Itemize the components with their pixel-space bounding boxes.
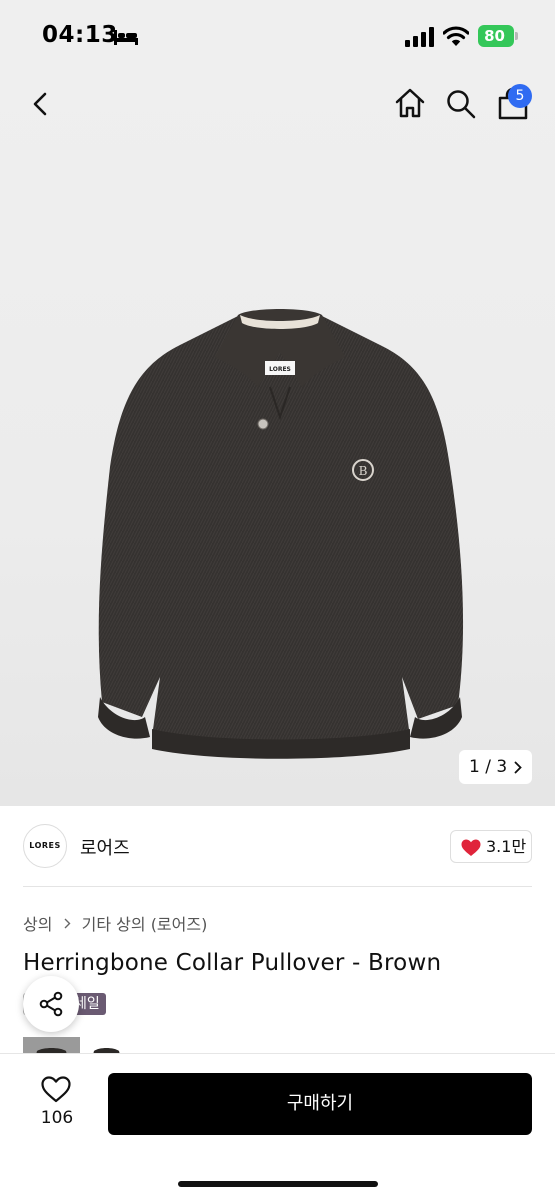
chevron-right-icon xyxy=(514,761,522,774)
status-bar: 04:13 80 xyxy=(0,0,555,72)
image-counter-text: 1 / 3 xyxy=(469,757,508,777)
breadcrumb-item-subcategory[interactable]: 기타 상의 (로어즈) xyxy=(82,915,208,934)
garment-label: LORES xyxy=(269,366,291,373)
share-icon xyxy=(39,991,63,1017)
share-button[interactable] xyxy=(23,976,79,1032)
brand-logo[interactable]: LORES xyxy=(23,824,67,868)
breadcrumb: 상의 기타 상의 (로어즈) xyxy=(23,911,207,935)
image-counter[interactable]: 1 / 3 xyxy=(459,750,532,784)
search-button[interactable] xyxy=(445,88,477,120)
battery-level: 80 xyxy=(484,27,505,45)
product-photo: LORES B xyxy=(98,309,464,759)
heart-outline-icon xyxy=(41,1076,71,1103)
breadcrumb-item-category[interactable]: 상의 xyxy=(23,915,52,934)
home-button[interactable] xyxy=(393,86,427,120)
bottom-action-bar: 106 구매하기 xyxy=(0,1053,555,1200)
heart-filled-icon xyxy=(461,839,481,856)
wishlist-count: 106 xyxy=(40,1108,74,1128)
back-button[interactable] xyxy=(26,88,56,120)
brand-like-button[interactable]: 3.1만 xyxy=(450,830,532,863)
divider xyxy=(23,886,532,887)
cart-count-badge: 5 xyxy=(508,84,532,108)
wifi-icon xyxy=(443,26,469,46)
buy-button[interactable]: 구매하기 xyxy=(108,1073,532,1135)
product-title: Herringbone Collar Pullover - Brown xyxy=(23,950,442,976)
battery-icon: 80 xyxy=(478,25,518,47)
brand-like-count: 3.1만 xyxy=(486,837,527,856)
chevron-right-icon xyxy=(64,918,71,928)
home-indicator xyxy=(178,1181,378,1187)
wishlist-button[interactable]: 106 xyxy=(22,1072,92,1136)
bed-icon xyxy=(114,30,138,45)
status-time: 04:13 xyxy=(42,22,118,48)
product-image-gallery[interactable]: LORES B xyxy=(0,72,555,806)
emblem-letter: B xyxy=(359,464,368,478)
brand-name[interactable]: 로어즈 xyxy=(80,834,130,860)
brand-row[interactable]: LORES 로어즈 3.1만 xyxy=(0,806,555,886)
signal-icon xyxy=(405,27,434,47)
